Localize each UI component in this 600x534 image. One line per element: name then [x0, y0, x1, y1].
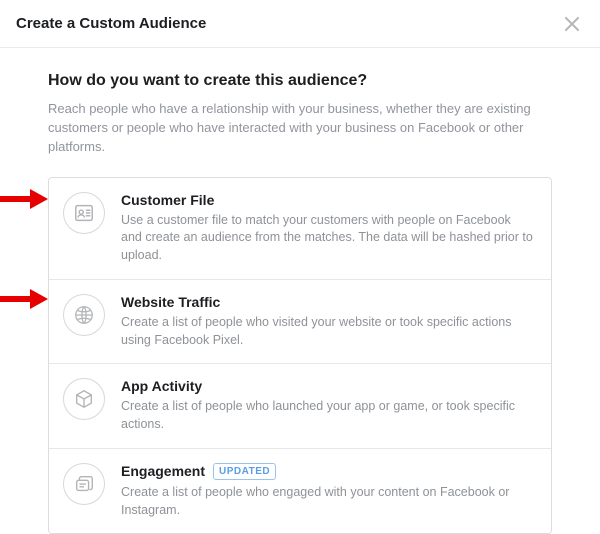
- globe-icon: [63, 294, 105, 336]
- modal-body: How do you want to create this audience?…: [0, 48, 600, 534]
- option-body: Engagement UPDATED Create a list of peop…: [121, 463, 535, 520]
- engagement-icon: [63, 463, 105, 505]
- customer-file-icon: [63, 192, 105, 234]
- option-app-activity[interactable]: App Activity Create a list of people who…: [49, 364, 551, 449]
- option-website-traffic[interactable]: Website Traffic Create a list of people …: [49, 280, 551, 365]
- option-description: Create a list of people who visited your…: [121, 314, 535, 350]
- option-body: Customer File Use a customer file to mat…: [121, 192, 535, 265]
- modal-header: Create a Custom Audience: [0, 0, 600, 48]
- cube-icon: [63, 378, 105, 420]
- option-description: Use a customer file to match your custom…: [121, 212, 535, 265]
- updated-badge: UPDATED: [213, 463, 276, 480]
- option-body: App Activity Create a list of people who…: [121, 378, 535, 434]
- option-title: Website Traffic: [121, 294, 220, 310]
- option-body: Website Traffic Create a list of people …: [121, 294, 535, 350]
- option-description: Create a list of people who launched you…: [121, 398, 535, 434]
- option-title: Customer File: [121, 192, 214, 208]
- prompt-heading: How do you want to create this audience?: [48, 72, 552, 90]
- option-title: App Activity: [121, 378, 202, 394]
- close-icon: [565, 17, 579, 31]
- prompt-description: Reach people who have a relationship wit…: [48, 100, 552, 157]
- modal-title: Create a Custom Audience: [16, 15, 206, 32]
- options-list: Customer File Use a customer file to mat…: [48, 177, 552, 534]
- close-button[interactable]: [560, 12, 584, 36]
- option-description: Create a list of people who engaged with…: [121, 484, 535, 520]
- option-engagement[interactable]: Engagement UPDATED Create a list of peop…: [49, 449, 551, 534]
- option-title: Engagement: [121, 463, 205, 479]
- option-customer-file[interactable]: Customer File Use a customer file to mat…: [49, 178, 551, 280]
